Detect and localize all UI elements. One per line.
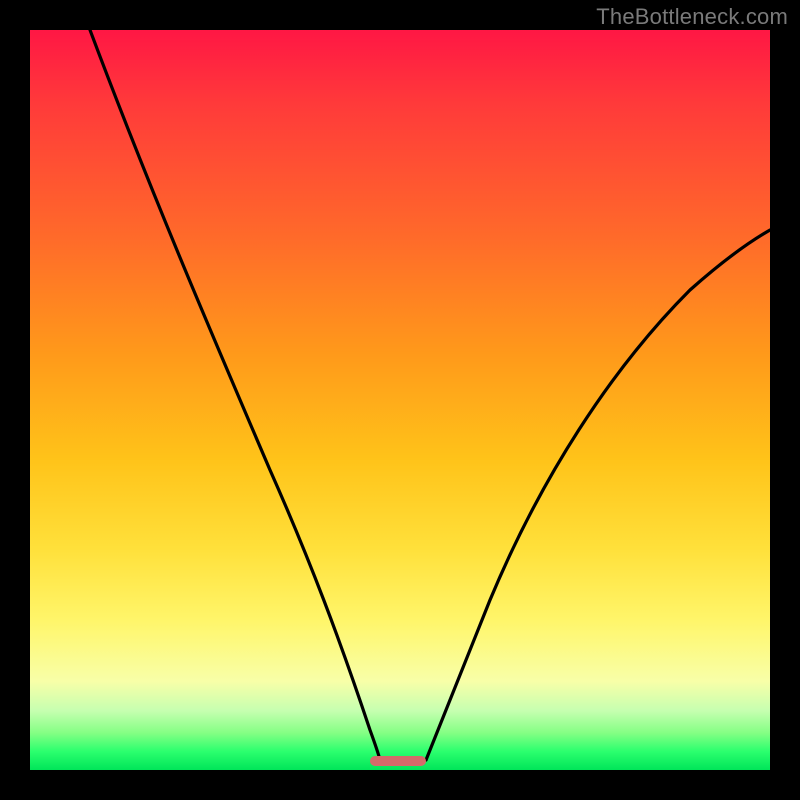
plot-area xyxy=(30,30,770,770)
dip-indicator-bar xyxy=(370,756,426,766)
bottleneck-curve xyxy=(30,30,770,770)
chart-frame: TheBottleneck.com xyxy=(0,0,800,800)
curve-left-branch xyxy=(90,30,380,760)
curve-right-branch xyxy=(426,230,770,760)
watermark-text: TheBottleneck.com xyxy=(596,4,788,30)
